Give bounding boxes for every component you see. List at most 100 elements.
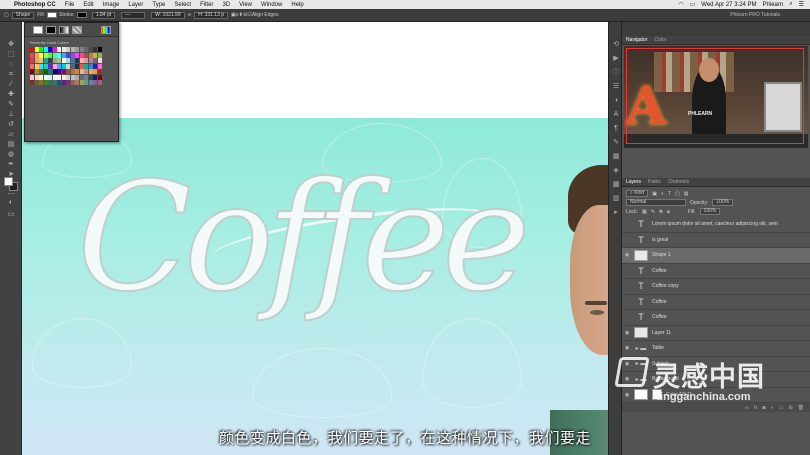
- color-swatch[interactable]: [84, 58, 88, 63]
- tab-channels[interactable]: Channels: [668, 179, 689, 185]
- color-swatch[interactable]: [70, 74, 75, 80]
- color-swatch[interactable]: [43, 47, 48, 52]
- color-swatch[interactable]: [93, 74, 97, 80]
- color-swatch[interactable]: [57, 80, 61, 85]
- layer-row[interactable]: Tis great: [622, 233, 810, 248]
- color-swatch[interactable]: [61, 74, 66, 80]
- color-swatch[interactable]: [57, 58, 61, 63]
- character-icon[interactable]: A: [609, 108, 623, 122]
- color-swatch[interactable]: [52, 58, 57, 63]
- color-picker-button[interactable]: [101, 25, 111, 34]
- color-swatch[interactable]: [48, 52, 52, 58]
- wifi-icon[interactable]: ◠: [678, 1, 683, 8]
- fill-field[interactable]: 100%: [699, 208, 721, 215]
- link-icon[interactable]: ∞: [188, 12, 192, 18]
- no-color-button[interactable]: [33, 25, 43, 34]
- tab-color[interactable]: Color: [654, 37, 666, 43]
- app-name-menu[interactable]: Photoshop CC: [14, 2, 56, 8]
- properties-icon[interactable]: ☰: [609, 80, 623, 94]
- color-swatch[interactable]: [43, 69, 48, 74]
- color-swatch[interactable]: [97, 80, 102, 85]
- menu-window[interactable]: Window: [261, 2, 282, 8]
- color-swatch[interactable]: [79, 58, 84, 63]
- color-swatch[interactable]: [30, 58, 34, 63]
- pattern-button[interactable]: [72, 25, 82, 34]
- color-swatch[interactable]: [30, 74, 34, 80]
- lock-all-icon[interactable]: 🔒︎: [667, 209, 670, 215]
- color-swatch[interactable]: [34, 58, 39, 63]
- marquee-tool-icon[interactable]: ⬚: [0, 50, 22, 60]
- stroke-style-select[interactable]: —: [121, 11, 146, 19]
- info-icon[interactable]: ⓘ: [609, 66, 623, 80]
- color-swatch[interactable]: [88, 69, 93, 74]
- paragraph-icon[interactable]: ¶: [609, 122, 623, 136]
- color-swatch[interactable]: [84, 74, 88, 80]
- color-swatch[interactable]: [79, 69, 84, 74]
- color-swatch[interactable]: [88, 80, 93, 85]
- color-swatch[interactable]: [48, 63, 52, 69]
- lasso-tool-icon[interactable]: ◌: [0, 60, 22, 70]
- color-swatch[interactable]: [88, 58, 93, 63]
- color-swatch[interactable]: [79, 80, 84, 85]
- color-swatch[interactable]: [30, 80, 34, 85]
- lock-pixels-icon[interactable]: ✎: [651, 209, 655, 215]
- color-swatch[interactable]: [97, 47, 102, 52]
- quick-mask-icon[interactable]: ◐: [0, 198, 22, 208]
- color-swatch[interactable]: [97, 52, 102, 58]
- stroke-width-field[interactable]: 1.84 pt: [91, 11, 116, 19]
- color-swatch[interactable]: [93, 47, 97, 52]
- menu-view[interactable]: View: [239, 2, 252, 8]
- layer-row[interactable]: T Lorem ipsum dolor sit amet, caecteur ad…: [622, 217, 810, 233]
- blend-mode-select[interactable]: Normal: [626, 199, 686, 206]
- color-swatch[interactable]: [93, 80, 97, 85]
- color-swatch[interactable]: [75, 80, 79, 85]
- color-swatch[interactable]: [84, 47, 88, 52]
- styles-icon[interactable]: ◈: [609, 164, 623, 178]
- layer-row[interactable]: ◉ Layer 11: [622, 326, 810, 341]
- color-swatch[interactable]: [75, 74, 79, 80]
- color-swatch[interactable]: [66, 74, 70, 80]
- brush-tool-icon[interactable]: ✎: [0, 100, 22, 110]
- color-swatch[interactable]: [57, 69, 61, 74]
- layer-row[interactable]: T Coffee: [622, 295, 810, 310]
- color-swatch[interactable]: [48, 80, 52, 85]
- color-swatch[interactable]: [84, 63, 88, 69]
- navigator-view-box[interactable]: [626, 48, 804, 144]
- color-swatch[interactable]: [84, 69, 88, 74]
- color-swatch[interactable]: [52, 52, 57, 58]
- healing-tool-icon[interactable]: ✚: [0, 90, 22, 100]
- color-swatch[interactable]: [34, 47, 39, 52]
- menu-file[interactable]: File: [65, 2, 75, 8]
- color-swatch[interactable]: [57, 74, 61, 80]
- lock-position-icon[interactable]: ✥: [659, 209, 663, 215]
- eraser-tool-icon[interactable]: ▱: [0, 130, 22, 140]
- layer-style-icon[interactable]: fx: [754, 405, 758, 411]
- user-name[interactable]: Phlearn: [763, 2, 784, 8]
- solid-color-button[interactable]: [46, 25, 56, 34]
- color-swatch[interactable]: [39, 58, 43, 63]
- blur-tool-icon[interactable]: ◍: [0, 150, 22, 160]
- menu-filter[interactable]: Filter: [200, 2, 213, 8]
- color-swatch[interactable]: [97, 74, 102, 80]
- color-swatch[interactable]: [61, 69, 66, 74]
- list-icon[interactable]: ☰: [799, 1, 804, 8]
- color-swatch[interactable]: [93, 63, 97, 69]
- width-field[interactable]: W: 1021.99: [151, 11, 185, 19]
- swatches-icon[interactable]: ▩: [609, 178, 623, 192]
- color-swatch[interactable]: [39, 63, 43, 69]
- layer-row[interactable]: T Coffee: [622, 310, 810, 326]
- clock-text[interactable]: Wed Apr 27 3:24 PM: [701, 2, 756, 8]
- libraries-icon[interactable]: ▦: [609, 150, 623, 164]
- color-swatch[interactable]: [75, 69, 79, 74]
- color-swatch[interactable]: [39, 80, 43, 85]
- color-swatches-fg-bg[interactable]: [4, 177, 18, 191]
- color-swatch[interactable]: [57, 52, 61, 58]
- new-layer-icon[interactable]: ⊞: [788, 405, 792, 411]
- tab-paths[interactable]: Paths: [648, 179, 661, 185]
- menu-select[interactable]: Select: [174, 2, 191, 8]
- color-swatch[interactable]: [57, 63, 61, 69]
- color-swatch[interactable]: [70, 80, 75, 85]
- canvas-artwork[interactable]: Coffee: [22, 118, 608, 455]
- lock-transparency-icon[interactable]: ▦: [642, 209, 647, 215]
- color-swatch[interactable]: [70, 69, 75, 74]
